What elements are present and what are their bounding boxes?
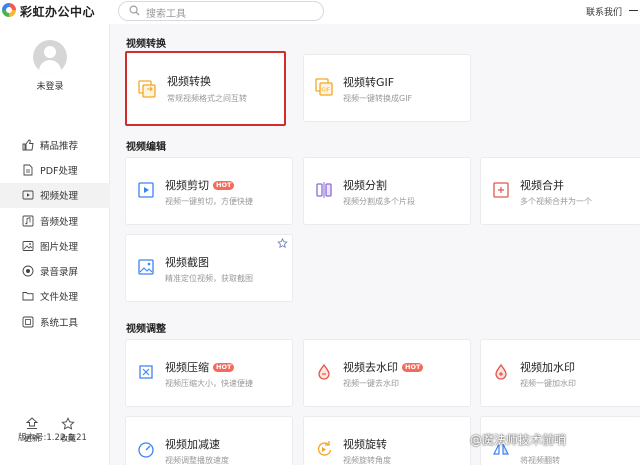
login-status[interactable]: 未登录 bbox=[0, 79, 100, 92]
image-icon bbox=[22, 240, 34, 252]
card-title: 视频压缩 HOT bbox=[165, 359, 235, 375]
card-title: 视频合并 bbox=[520, 179, 564, 192]
sidebar-item-file[interactable]: 文件处理 bbox=[0, 284, 110, 309]
card-remove-watermark[interactable]: 视频去水印 HOT 视频一键去水印 bbox=[303, 339, 471, 407]
card-video-to-gif[interactable]: GIF 视频转GIF 视频一键转换成GIF bbox=[303, 54, 471, 122]
hot-badge: HOT bbox=[402, 363, 424, 372]
video-merge-icon bbox=[493, 182, 509, 198]
image-watermark: @魔法师技术前哨 bbox=[470, 433, 567, 447]
card-title: 视频去水印 HOT bbox=[343, 359, 424, 375]
sidebar-item-audio[interactable]: 音频处理 bbox=[0, 208, 110, 233]
search-input[interactable]: 搜索工具 bbox=[146, 5, 186, 20]
section-title-adjust: 视频调整 bbox=[126, 324, 166, 335]
card-desc: 视频一键剪切，方便快捷 bbox=[165, 197, 253, 206]
card-desc: 视频调整播放速度 bbox=[165, 456, 229, 465]
card-desc: 视频分割成多个片段 bbox=[343, 197, 415, 206]
card-video-screenshot[interactable]: 视频截图 精准定位视频，获取截图 bbox=[125, 234, 293, 302]
card-desc: 精准定位视频，获取截图 bbox=[165, 274, 253, 283]
card-video-cut[interactable]: 视频剪切 HOT 视频一键剪切，方便快捷 bbox=[125, 157, 293, 225]
card-video-convert[interactable]: 视频转换 常规视频格式之间互转 bbox=[125, 51, 286, 126]
pdf-file-icon bbox=[22, 164, 34, 176]
card-desc: 视频旋转角度 bbox=[343, 456, 391, 465]
avatar[interactable] bbox=[33, 40, 67, 74]
section-title-convert: 视频转换 bbox=[126, 39, 166, 50]
sidebar-item-label: 录音录屏 bbox=[40, 267, 79, 279]
card-video-rotate[interactable]: 视频旋转 视频旋转角度 bbox=[303, 416, 471, 465]
card-desc: 视频压缩大小，快速便捷 bbox=[165, 379, 253, 388]
sidebar: 未登录 精品推荐 PDF处理 视频处理 音频处理 图片处理 录音录屏 文件处理 … bbox=[0, 24, 110, 465]
video-icon bbox=[22, 189, 34, 201]
update-icon bbox=[25, 417, 39, 429]
remove-watermark-icon bbox=[318, 363, 330, 380]
video-screenshot-icon bbox=[138, 259, 154, 275]
title-bar: 彩虹办公中心 搜索工具 联系我们 bbox=[0, 0, 640, 24]
folder-icon bbox=[22, 290, 34, 302]
hot-badge: HOT bbox=[213, 363, 235, 372]
record-icon bbox=[22, 265, 34, 277]
card-title: 视频分割 bbox=[343, 179, 387, 192]
video-cut-icon bbox=[138, 182, 154, 198]
sidebar-nav: 精品推荐 PDF处理 视频处理 音频处理 图片处理 录音录屏 文件处理 系统工具 bbox=[0, 132, 110, 334]
sidebar-item-label: PDF处理 bbox=[40, 165, 78, 177]
speed-icon bbox=[138, 442, 154, 458]
card-desc: 常规视频格式之间互转 bbox=[167, 94, 247, 103]
card-video-split[interactable]: 视频分割 视频分割成多个片段 bbox=[303, 157, 471, 225]
svg-text:GIF: GIF bbox=[322, 88, 330, 94]
card-title: 视频加减速 bbox=[165, 438, 220, 451]
audio-icon bbox=[22, 215, 34, 227]
search-box[interactable]: 搜索工具 bbox=[118, 1, 324, 21]
card-title: 视频剪切 HOT bbox=[165, 177, 235, 193]
section-title-edit: 视频编辑 bbox=[126, 142, 166, 153]
sidebar-item-video[interactable]: 视频处理 bbox=[0, 182, 110, 208]
video-split-icon bbox=[316, 182, 332, 198]
minimize-icon[interactable] bbox=[629, 5, 638, 15]
sidebar-item-label: 视频处理 bbox=[40, 191, 79, 203]
thumbs-up-icon bbox=[22, 139, 34, 151]
sidebar-item-label: 系统工具 bbox=[40, 317, 79, 329]
video-convert-icon bbox=[138, 80, 156, 98]
favorite-star-icon[interactable] bbox=[277, 238, 288, 249]
hot-badge: HOT bbox=[213, 181, 235, 190]
card-video-speed[interactable]: 视频加减速 视频调整播放速度 bbox=[125, 416, 293, 465]
sidebar-item-system[interactable]: 系统工具 bbox=[0, 309, 110, 334]
card-title: 视频截图 bbox=[165, 256, 209, 269]
video-compress-icon bbox=[139, 365, 153, 379]
card-desc: 多个视频合并为一个 bbox=[520, 197, 592, 206]
sidebar-item-image[interactable]: 图片处理 bbox=[0, 233, 110, 258]
card-desc: 视频一键去水印 bbox=[343, 379, 399, 388]
star-icon bbox=[61, 417, 75, 430]
version-label: 版本号:1.22.8.21 bbox=[18, 433, 87, 443]
sidebar-item-pdf[interactable]: PDF处理 bbox=[0, 157, 110, 182]
sidebar-item-record[interactable]: 录音录屏 bbox=[0, 258, 110, 283]
card-desc: 视频一键加水印 bbox=[520, 379, 576, 388]
card-title: 视频加水印 bbox=[520, 361, 575, 374]
add-watermark-icon bbox=[495, 363, 507, 380]
sidebar-item-label: 精品推荐 bbox=[40, 140, 79, 152]
card-desc: 将视频翻转 bbox=[520, 456, 560, 465]
sidebar-item-label: 文件处理 bbox=[40, 292, 79, 304]
system-tool-icon bbox=[22, 316, 34, 328]
card-title: 视频旋转 bbox=[343, 438, 387, 451]
card-desc: 视频一键转换成GIF bbox=[343, 94, 413, 103]
sidebar-item-label: 音频处理 bbox=[40, 216, 79, 228]
card-video-merge[interactable]: 视频合并 多个视频合并为一个 bbox=[480, 157, 640, 225]
card-title: 视频转GIF bbox=[343, 76, 395, 89]
card-video-compress[interactable]: 视频压缩 HOT 视频压缩大小，快速便捷 bbox=[125, 339, 293, 407]
main-content: 视频转换 视频转换 常规视频格式之间互转 GIF 视频转GIF 视频一键转换成G… bbox=[110, 24, 640, 465]
sidebar-item-recommend[interactable]: 精品推荐 bbox=[0, 132, 110, 157]
rotate-icon bbox=[317, 441, 332, 456]
card-title: 视频转换 bbox=[167, 75, 211, 88]
app-logo bbox=[2, 3, 16, 17]
contact-us-link[interactable]: 联系我们 bbox=[586, 5, 622, 18]
app-title: 彩虹办公中心 bbox=[20, 5, 96, 19]
card-add-watermark[interactable]: 视频加水印 视频一键加水印 bbox=[480, 339, 640, 407]
search-icon bbox=[129, 5, 140, 16]
gif-icon: GIF bbox=[315, 78, 333, 96]
sidebar-item-label: 图片处理 bbox=[40, 241, 79, 253]
